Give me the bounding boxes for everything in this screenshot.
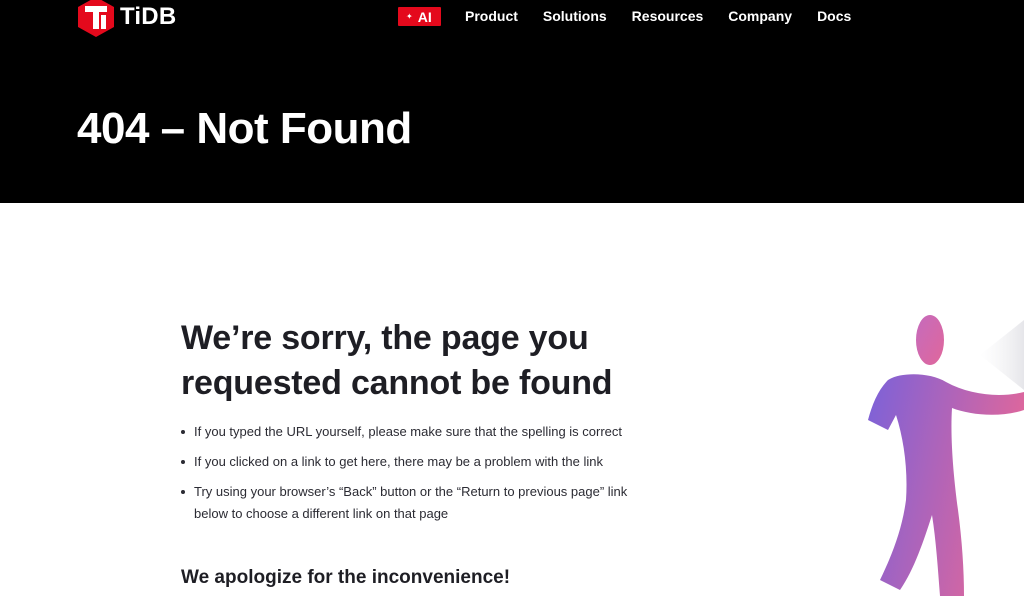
tidb-logo-icon bbox=[78, 0, 114, 37]
nav-item-company[interactable]: Company bbox=[728, 7, 792, 26]
error-headline: We’re sorry, the page you requested cann… bbox=[181, 319, 613, 402]
list-item: Try using your browser’s “Back” button o… bbox=[181, 481, 661, 525]
tidb-logo-link[interactable]: TiDB bbox=[78, 0, 176, 37]
person-illustration bbox=[868, 315, 1024, 596]
nav-item-docs[interactable]: Docs bbox=[817, 7, 851, 26]
nav-item-product[interactable]: Product bbox=[465, 7, 518, 26]
help-list: If you typed the URL yourself, please ma… bbox=[181, 421, 661, 533]
nav-item-solutions[interactable]: Solutions bbox=[543, 7, 607, 26]
nav-ai-label: AI bbox=[417, 8, 432, 25]
nav-ai-button[interactable]: ✦ AI bbox=[398, 7, 441, 26]
list-item: If you typed the URL yourself, please ma… bbox=[181, 421, 661, 443]
page-title: 404 – Not Found bbox=[77, 104, 412, 153]
brand-name: TiDB bbox=[120, 3, 177, 30]
sparkle-icon: ✦ bbox=[406, 11, 413, 21]
hero-banner: TiDB ✦ AI Product Solutions Resources Co… bbox=[0, 0, 1024, 203]
nav-item-resources[interactable]: Resources bbox=[632, 7, 704, 26]
apology-heading: We apologize for the inconvenience! bbox=[181, 567, 511, 588]
list-item: If you clicked on a link to get here, th… bbox=[181, 451, 661, 473]
main-nav: ✦ AI Product Solutions Resources Company… bbox=[398, 7, 851, 26]
